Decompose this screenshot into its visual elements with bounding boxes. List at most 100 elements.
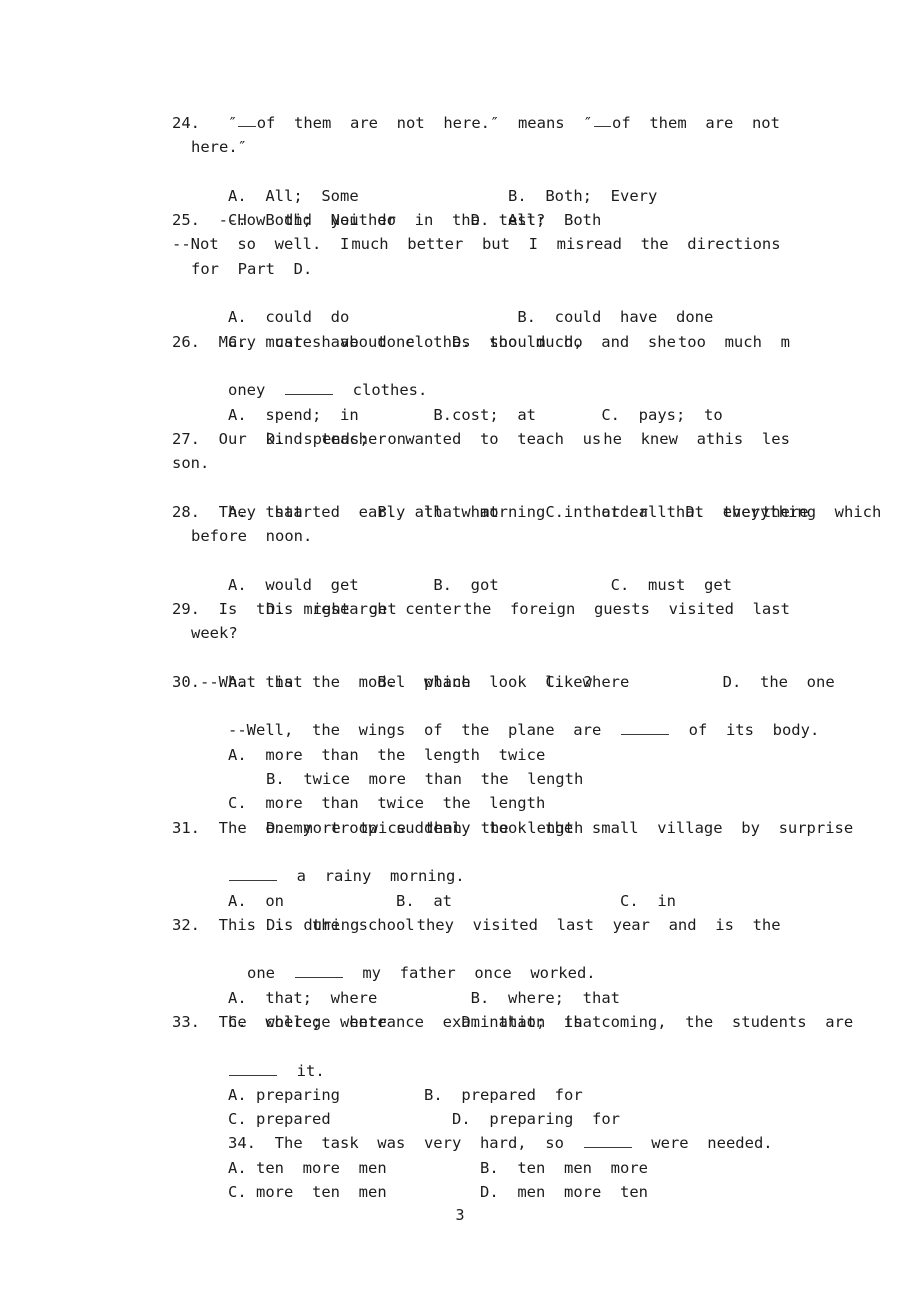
option-label-c: C.	[610, 575, 630, 594]
option-label-a: A.	[228, 186, 247, 205]
question-25-options-row-1: A. could do B. could have done	[172, 281, 780, 326]
question-25-stem-line-3: for Part D.	[191, 259, 313, 278]
option-text-a[interactable]: could do	[265, 308, 349, 326]
option-label-b: B.	[507, 186, 527, 205]
option-text-c[interactable]: in	[657, 892, 676, 910]
option-text-c[interactable]: more ten men	[256, 1183, 387, 1201]
question-26-stem-part-1: 26. Mary cares about clothes too much, a…	[172, 332, 676, 351]
answer-blank[interactable]	[583, 1133, 632, 1149]
question-29-stem-part-2: the foreign guests visited last	[463, 599, 790, 618]
option-text-b[interactable]: twice more than the length	[303, 770, 583, 788]
option-text-a[interactable]: on	[265, 892, 284, 910]
question-33-stem-line-1: 33. The college entrance examination is …	[172, 1010, 853, 1034]
option-label-a: A.	[228, 745, 247, 764]
question-25-stem-line-2: --Not so well. I much better but I misre…	[172, 232, 781, 256]
question-27-options-row-1: A. that B. all what C. that all D. every…	[172, 475, 881, 521]
option-text-b[interactable]: got	[471, 576, 499, 594]
question-30-stem-part-1: --Well, the wings of the plane are	[228, 721, 602, 740]
option-text-c[interactable]: prepared	[256, 1110, 331, 1128]
option-label-d: D.	[722, 672, 742, 691]
option-text-a[interactable]: ten more men	[256, 1159, 387, 1177]
question-32-stem-part-4: my father once worked.	[362, 964, 596, 983]
option-label-b: B.	[470, 988, 490, 1007]
question-26-stem-part-3: oney	[228, 381, 266, 400]
question-26-stem-line-2: oney clothes.	[172, 354, 780, 399]
question-29-options-row-1: A. that B. which C. where D. the one	[172, 646, 835, 691]
option-text-c[interactable]: pays; to	[639, 406, 723, 424]
question-25-stem-part-1: --Not so well. I	[172, 235, 350, 254]
option-label-c: C.	[228, 1110, 247, 1129]
answer-blank[interactable]	[229, 1060, 277, 1076]
option-label-a: A.	[228, 575, 247, 594]
option-text-a[interactable]: that; where	[265, 989, 377, 1007]
question-28-stem-part-2: there	[761, 502, 809, 521]
option-label-a: A.	[228, 988, 247, 1007]
option-label-c: C.	[620, 891, 639, 910]
question-32-stem-line-2: one my father once worked.	[172, 937, 780, 982]
option-text-b[interactable]: ten men more	[517, 1159, 648, 1177]
option-text-d[interactable]: men more ten	[517, 1183, 648, 1201]
option-label-a: A.	[228, 405, 247, 424]
question-26-stem-part-2: too much m	[677, 332, 790, 351]
question-27-stem-line-2: son.	[172, 454, 210, 473]
question-25-stem-line-1: 25. --How did you do in the test?	[172, 211, 546, 230]
option-label-c: C.	[601, 405, 620, 424]
option-label-b: B.	[424, 1085, 443, 1104]
option-text-c[interactable]: more than twice the length	[265, 794, 545, 812]
question-31-stem-line-2: a rainy morning.	[172, 840, 780, 885]
question-28-stem-line-2: before noon.	[191, 527, 313, 546]
option-text-d[interactable]: the one	[760, 673, 835, 691]
answer-blank[interactable]	[229, 865, 277, 882]
answer-blank[interactable]	[285, 380, 333, 396]
option-text-a[interactable]: spend; in	[265, 406, 358, 424]
document-page: 24. ″ of them are not here.″ means ″ of …	[0, 0, 920, 1302]
question-31-stem-part-2: a rainy morning.	[296, 867, 465, 886]
answer-blank[interactable]	[238, 111, 256, 127]
option-label-c: C.	[228, 794, 247, 813]
option-text-a[interactable]: would get	[265, 576, 358, 594]
option-label-b: B.	[396, 891, 415, 910]
question-24-stem-line-1: 24. ″ of them are not here.″ means ″ of …	[172, 111, 780, 135]
question-28-stem-part-1: 28. They started early that morning in o…	[172, 502, 760, 521]
option-text-b[interactable]: at	[433, 892, 452, 910]
question-31-stem-text: 31. The enemy troop suddenly took the sm…	[172, 818, 854, 837]
question-28-options-row-1: A. would get B. got C. must get	[172, 548, 780, 594]
question-24-stem-line-2: here.″	[191, 138, 247, 157]
question-27-stem-line-1: 27. Our kind teacher wanted to teach us …	[172, 427, 790, 451]
question-33-stem-part-2: it.	[296, 1061, 325, 1080]
question-27-stem-part-2: he knew athis les	[603, 429, 790, 448]
option-text-a[interactable]: more than the length twice	[265, 746, 545, 764]
option-text-a[interactable]: preparing	[256, 1086, 340, 1104]
question-24-stem-part-3: of them are not	[612, 114, 780, 132]
option-text-b[interactable]: could have done	[555, 308, 714, 326]
question-32-stem-part-2: they visited last year and is the	[416, 915, 781, 934]
option-label-c: C.	[228, 1183, 247, 1202]
option-text-b[interactable]: prepared for	[461, 1086, 582, 1104]
option-label-d: D.	[452, 1110, 471, 1129]
answer-blank[interactable]	[294, 963, 343, 979]
answer-blank[interactable]	[620, 720, 669, 736]
question-27-stem-part-1: 27. Our kind teacher wanted to teach us	[172, 429, 602, 448]
option-text-c[interactable]: must get	[648, 576, 732, 594]
option-text-b[interactable]: Both; Every	[545, 187, 657, 205]
option-text-b[interactable]: cost; at	[452, 406, 536, 424]
option-text-a[interactable]: All; Some	[265, 187, 358, 205]
page-number: 3	[455, 1206, 465, 1224]
option-label-b: B.	[433, 575, 452, 594]
question-26-stem-part-4: clothes.	[352, 381, 428, 400]
option-text-b[interactable]: where; that	[508, 989, 620, 1007]
option-label-b: B.	[433, 405, 452, 424]
question-29-stem-line-1: 29. Is this research center the foreign …	[172, 597, 790, 621]
question-24-options-row-1: A. All; Some B. Both; Every	[172, 160, 780, 205]
question-32-stem-part-1: 32. This is the school	[172, 915, 415, 934]
option-label-b: B.	[480, 1158, 499, 1177]
answer-blank[interactable]	[593, 111, 611, 127]
option-text-d[interactable]: preparing for	[489, 1110, 620, 1128]
question-33-stem-text: 33. The college entrance examination is …	[172, 1012, 854, 1031]
option-label-b: B.	[266, 770, 285, 789]
question-24-stem-part-1: 24. ″	[172, 114, 238, 132]
question-29-stem-part-1: 29. Is this research center	[172, 599, 462, 618]
option-label-a: A.	[228, 1085, 247, 1104]
option-label-b: B.	[517, 308, 536, 327]
question-30-stem-line-2: --Well, the wings of the plane are of it…	[172, 694, 819, 739]
